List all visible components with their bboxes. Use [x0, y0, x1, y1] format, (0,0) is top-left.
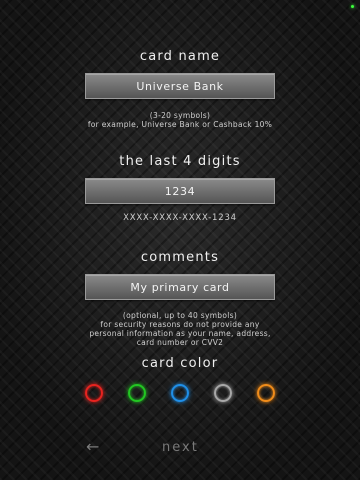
comments-hint-1: (optional, up to 40 symbols): [122, 311, 238, 320]
back-arrow-icon[interactable]: ←: [86, 437, 101, 456]
color-swatch-blue[interactable]: [171, 384, 189, 402]
color-swatch-grey[interactable]: [214, 384, 232, 402]
color-swatch-red[interactable]: [85, 384, 103, 402]
card-number-mask: XXXX-XXXX-XXXX-1234: [123, 213, 237, 223]
color-swatch-green[interactable]: [128, 384, 146, 402]
card-name-input[interactable]: Universe Bank: [85, 73, 275, 99]
comments-hint-3: personal information as your name, addre…: [89, 329, 271, 338]
comments-hint-2: for security reasons do not provide any: [100, 320, 260, 329]
color-picker: [0, 384, 360, 404]
comments-hint-4: card number or CVV2: [136, 338, 224, 347]
last-digits-label: the last 4 digits: [119, 154, 241, 169]
card-color-label: card color: [141, 356, 219, 371]
card-name-hint-2: for example, Universe Bank or Cashback 1…: [87, 120, 273, 129]
comments-input[interactable]: My primary card: [85, 274, 275, 300]
card-name-label: card name: [139, 49, 221, 64]
next-button[interactable]: next: [162, 440, 199, 455]
last-digits-input[interactable]: 1234: [85, 178, 275, 204]
status-indicator-dot: [351, 5, 354, 8]
card-name-hint-1: (3-20 symbols): [149, 111, 211, 120]
color-swatch-orange[interactable]: [257, 384, 275, 402]
comments-label: comments: [140, 250, 220, 265]
